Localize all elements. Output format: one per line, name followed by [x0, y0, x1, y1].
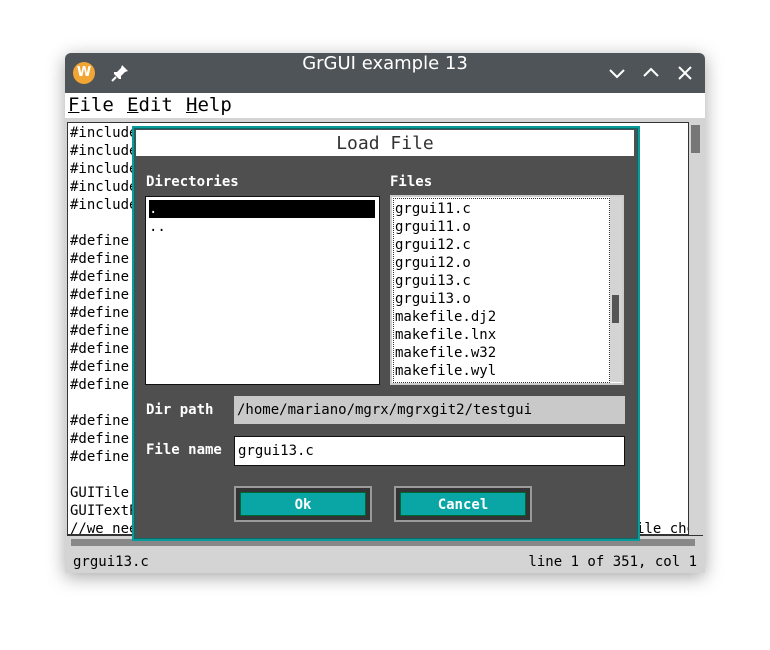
list-item[interactable]: ..	[149, 218, 375, 236]
list-item[interactable]: grgui13.o	[395, 290, 609, 308]
files-list[interactable]: grgui11.c grgui11.o grgui12.c grgui12.o grgu…	[390, 195, 624, 385]
editor-line: #include	[70, 197, 138, 213]
load-file-dialog: Load File Directories Files . .. grgui11…	[132, 126, 640, 541]
editor-line: #define	[70, 413, 130, 429]
minimize-icon[interactable]	[605, 61, 629, 85]
scroll-thumb[interactable]	[691, 125, 700, 153]
editor-line: GUITile	[70, 485, 130, 501]
editor-line: #include	[70, 125, 138, 141]
scroll-thumb[interactable]	[612, 295, 619, 323]
menu-file[interactable]: File	[68, 94, 114, 116]
editor-line: #include	[70, 179, 138, 195]
close-icon[interactable]	[673, 61, 697, 85]
editor-line: #define	[70, 449, 130, 465]
editor-line: #define	[70, 323, 130, 339]
list-item[interactable]: grgui11.c	[395, 200, 609, 218]
ok-button[interactable]: Ok	[234, 486, 372, 522]
editor-line: #include	[70, 143, 138, 159]
menu-help-label: elp	[197, 94, 232, 116]
menu-edit-accel: E	[127, 94, 139, 116]
ok-button-label: Ok	[240, 492, 366, 516]
editor-line: #define	[70, 233, 130, 249]
dir-path-label: Dir path	[146, 402, 214, 418]
list-item[interactable]: grgui11.o	[395, 218, 609, 236]
editor-line: #define	[70, 305, 130, 321]
editor-line: #define	[70, 287, 130, 303]
maximize-icon[interactable]	[639, 61, 663, 85]
list-item[interactable]: makefile.x11	[395, 380, 609, 382]
list-item[interactable]: makefile.lnx	[395, 326, 609, 344]
list-item[interactable]: makefile.dj2	[395, 308, 609, 326]
list-item[interactable]: grgui13.c	[395, 272, 609, 290]
menu-help-accel: H	[186, 94, 198, 116]
list-item[interactable]: grgui12.c	[395, 236, 609, 254]
status-position: line 1 of 351, col 1	[528, 554, 697, 570]
directories-label: Directories	[146, 174, 239, 190]
editor-line-fragment: ile cho	[636, 521, 688, 535]
directories-list[interactable]: . ..	[145, 196, 380, 385]
status-bar: grgui13.c line 1 of 351, col 1	[67, 551, 703, 573]
menu-help[interactable]: Help	[186, 94, 232, 116]
editor-line: GUITextP	[70, 503, 138, 519]
title-bar[interactable]: W GrGUI example 13	[65, 53, 705, 93]
files-scrollbar[interactable]	[610, 197, 622, 382]
editor-line: #define	[70, 359, 130, 375]
editor-line: #define	[70, 377, 130, 393]
cancel-button[interactable]: Cancel	[394, 486, 532, 522]
dialog-title: Load File	[136, 130, 634, 156]
cancel-button-label: Cancel	[400, 492, 526, 516]
editor-line: #define	[70, 251, 130, 267]
editor-line: #define	[70, 431, 130, 447]
list-item[interactable]: makefile.wyl	[395, 362, 609, 380]
editor-vertical-scrollbar[interactable]	[689, 122, 703, 535]
files-list-viewport: grgui11.c grgui11.o grgui12.c grgui12.o grgu…	[393, 198, 610, 383]
list-item[interactable]: grgui12.o	[395, 254, 609, 272]
files-label: Files	[390, 174, 433, 190]
menu-edit[interactable]: Edit	[127, 94, 173, 116]
editor-line: #define	[70, 269, 130, 285]
menu-bar: File Edit Help	[65, 93, 705, 118]
editor-line: //we nee	[70, 521, 138, 535]
file-name-label: File name	[146, 442, 222, 458]
list-item[interactable]: makefile.w32	[395, 344, 609, 362]
editor-line: #define	[70, 341, 130, 357]
list-item[interactable]: .	[149, 200, 375, 218]
editor-line: #include	[70, 161, 138, 177]
status-filename: grgui13.c	[73, 554, 149, 570]
menu-edit-label: dit	[138, 94, 173, 116]
dir-path-field: /home/mariano/mgrx/mgrxgit2/testgui	[234, 396, 625, 424]
app-window: W GrGUI example 13 File Edit Help #inclu…	[65, 53, 705, 573]
menu-file-accel: F	[68, 94, 80, 116]
file-name-input[interactable]: grgui13.c	[234, 436, 625, 466]
menu-file-label: ile	[79, 94, 114, 116]
